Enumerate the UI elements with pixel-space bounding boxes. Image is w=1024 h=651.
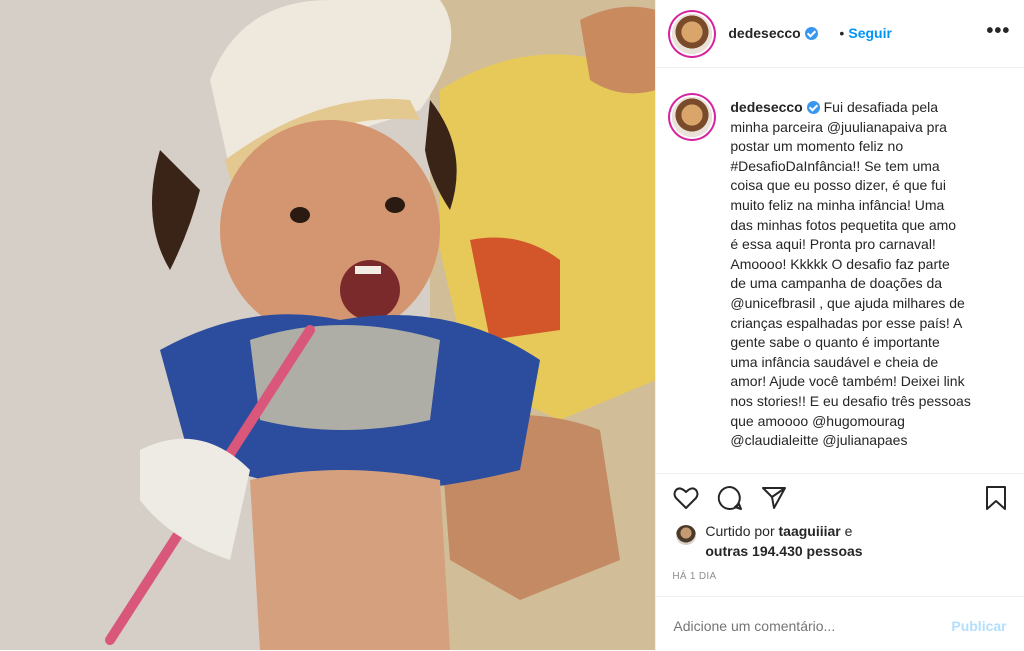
caption-verified-badge-icon [806, 101, 820, 114]
publish-button[interactable]: Publicar [951, 618, 1006, 634]
likes-count[interactable]: outras 194.430 pessoas [705, 543, 862, 559]
caption-text: Fui desafiada pela minha parceira @juuli… [730, 99, 971, 449]
likes-summary: Curtido por taaguiiiar e outras 194.430 … [672, 520, 1012, 562]
post-header: dedesecco • Seguir ••• [656, 0, 1024, 68]
post-photo[interactable] [0, 0, 656, 650]
liked-by-prefix: Curtido por [705, 523, 775, 539]
post-photo-illustration [0, 0, 656, 650]
liked-by-user[interactable]: taaguiiiar [779, 523, 841, 539]
heart-icon[interactable] [672, 484, 700, 512]
caption: dedesecco Fui desafiada pela minha parce… [730, 98, 1010, 451]
liked-by-suffix: e [844, 523, 853, 539]
liked-by-line: Curtido por taaguiiiar e [705, 523, 852, 539]
share-icon[interactable] [760, 484, 788, 512]
bookmark-icon[interactable] [982, 484, 1010, 512]
caption-area: dedesecco Fui desafiada pela minha parce… [656, 68, 1024, 473]
header-separator: • [839, 25, 845, 41]
instagram-post: dedesecco • Seguir ••• dedesecco Fui des… [0, 0, 1024, 650]
comment-input[interactable] [673, 618, 934, 634]
author-username[interactable]: dedesecco [728, 25, 818, 41]
comment-icon[interactable] [716, 484, 744, 512]
post-timestamp[interactable]: HÁ 1 DIA [672, 571, 716, 582]
caption-username[interactable]: dedesecco [730, 99, 820, 115]
caption-username-text[interactable]: dedesecco [730, 99, 802, 115]
more-options-icon[interactable]: ••• [986, 20, 1010, 43]
liker-avatar[interactable] [676, 525, 697, 545]
caption-avatar[interactable] [672, 97, 713, 137]
verified-badge-icon [804, 27, 818, 40]
action-bar [656, 473, 1024, 514]
author-avatar[interactable] [672, 14, 713, 54]
comment-box: Publicar [656, 596, 1024, 651]
post-side-panel: dedesecco • Seguir ••• dedesecco Fui des… [655, 0, 1024, 650]
follow-button[interactable]: Seguir [848, 25, 892, 41]
author-username-text[interactable]: dedesecco [728, 25, 800, 41]
